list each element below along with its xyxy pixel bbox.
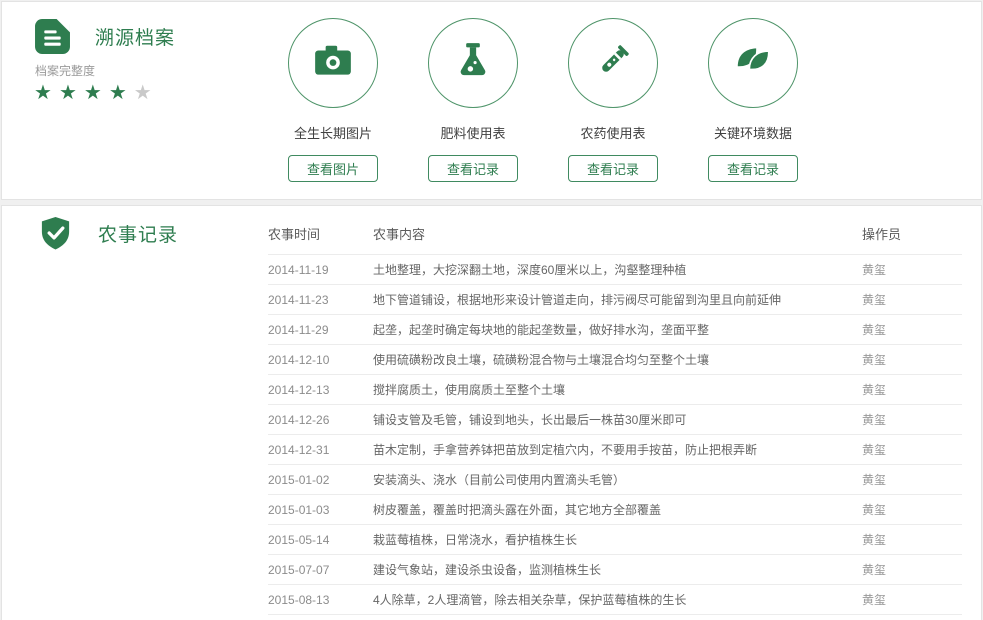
feature-label: 肥料使用表 bbox=[403, 123, 543, 142]
test-tube-icon bbox=[592, 40, 634, 87]
cell-date: 2015-01-03 bbox=[268, 495, 373, 525]
cell-date: 2015-08-13 bbox=[268, 585, 373, 615]
cell-date: 2014-11-29 bbox=[268, 315, 373, 345]
cell-date: 2014-12-31 bbox=[268, 435, 373, 465]
cell-operator: 黄玺 bbox=[862, 435, 962, 465]
table-row: 2014-12-10使用硫磺粉改良土壤，硫磺粉混合物与土壤混合均匀至整个土壤黄玺 bbox=[268, 345, 962, 375]
archive-card: 溯源档案 档案完整度 ★★★★★ 全生长期图片 查看图片 bbox=[1, 1, 982, 200]
cell-content: 使用硫磺粉改良土壤，硫磺粉混合物与土壤混合均匀至整个土壤 bbox=[373, 345, 862, 375]
records-title: 农事记录 bbox=[98, 220, 178, 247]
view-fertilizer-button[interactable]: 查看记录 bbox=[428, 155, 518, 182]
cell-operator: 黄玺 bbox=[862, 465, 962, 495]
environment-circle[interactable] bbox=[708, 18, 798, 108]
leaf-icon bbox=[732, 40, 774, 87]
table-header-row: 农事时间 农事内容 操作员 bbox=[268, 216, 962, 255]
star-empty-icon: ★ bbox=[134, 82, 159, 104]
cell-date: 2014-12-26 bbox=[268, 405, 373, 435]
view-photos-button[interactable]: 查看图片 bbox=[288, 155, 378, 182]
cell-operator: 黄玺 bbox=[862, 555, 962, 585]
cell-date: 2014-11-23 bbox=[268, 285, 373, 315]
fertilizer-circle[interactable] bbox=[428, 18, 518, 108]
cell-date: 2014-12-13 bbox=[268, 375, 373, 405]
cell-operator: 黄玺 bbox=[862, 345, 962, 375]
camera-icon bbox=[312, 40, 354, 87]
feature-pesticide: 农药使用表 查看记录 bbox=[543, 18, 683, 182]
table-row: 2015-05-14栽蓝莓植株，日常浇水，看护植株生长黄玺 bbox=[268, 525, 962, 555]
feature-fertilizer: 肥料使用表 查看记录 bbox=[403, 18, 543, 182]
cell-date: 2014-12-10 bbox=[268, 345, 373, 375]
table-row: 2014-12-13搅拌腐质土，使用腐质土至整个土壤黄玺 bbox=[268, 375, 962, 405]
feature-environment: 关键环境数据 查看记录 bbox=[683, 18, 823, 182]
cell-content: 苗木定制，手拿营养钵把苗放到定植穴内，不要用手按苗，防止把根弄断 bbox=[373, 435, 862, 465]
view-pesticide-button[interactable]: 查看记录 bbox=[568, 155, 658, 182]
cell-operator: 黄玺 bbox=[862, 315, 962, 345]
star-filled-icon: ★ bbox=[34, 82, 59, 104]
table-row: 2014-12-26铺设支管及毛管，铺设到地头，长出最后一株苗30厘米即可黄玺 bbox=[268, 405, 962, 435]
cell-date: 2015-07-07 bbox=[268, 555, 373, 585]
table-row: 2014-11-29起垄，起垄时确定每块地的能起垄数量，做好排水沟，垄面平整黄玺 bbox=[268, 315, 962, 345]
cell-date: 2014-11-19 bbox=[268, 255, 373, 285]
feature-label: 关键环境数据 bbox=[683, 123, 823, 142]
archive-title: 溯源档案 bbox=[95, 23, 175, 50]
cell-operator: 黄玺 bbox=[862, 585, 962, 615]
cell-content: 建设气象站，建设杀虫设备，监测植株生长 bbox=[373, 555, 862, 585]
col-header-date: 农事时间 bbox=[268, 216, 373, 255]
cell-content: 4人除草，2人理滴管，除去相关杂草，保护蓝莓植株的生长 bbox=[373, 585, 862, 615]
cell-operator: 黄玺 bbox=[862, 525, 962, 555]
pesticide-circle[interactable] bbox=[568, 18, 658, 108]
cell-operator: 黄玺 bbox=[862, 255, 962, 285]
records-card: 农事记录 农事时间 农事内容 操作员 2014-11-19土地整理，大挖深翻土地… bbox=[1, 205, 982, 620]
flask-icon bbox=[452, 40, 494, 87]
col-header-operator: 操作员 bbox=[862, 216, 962, 255]
cell-date: 2015-01-02 bbox=[268, 465, 373, 495]
table-row: 2015-07-07建设气象站，建设杀虫设备，监测植株生长黄玺 bbox=[268, 555, 962, 585]
table-row: 2014-12-31苗木定制，手拿营养钵把苗放到定植穴内，不要用手按苗，防止把根… bbox=[268, 435, 962, 465]
cell-content: 土地整理，大挖深翻土地，深度60厘米以上，沟壑整理种植 bbox=[373, 255, 862, 285]
cell-content: 搅拌腐质土，使用腐质土至整个土壤 bbox=[373, 375, 862, 405]
cell-content: 铺设支管及毛管，铺设到地头，长出最后一株苗30厘米即可 bbox=[373, 405, 862, 435]
star-filled-icon: ★ bbox=[84, 82, 109, 104]
table-row: 2014-11-23地下管道铺设，根据地形来设计管道走向，排污阀尽可能留到沟里且… bbox=[268, 285, 962, 315]
table-row: 2015-08-134人除草，2人理滴管，除去相关杂草，保护蓝莓植株的生长黄玺 bbox=[268, 585, 962, 615]
shield-check-icon bbox=[38, 215, 73, 252]
cell-operator: 黄玺 bbox=[862, 405, 962, 435]
table-row: 2015-01-02安装滴头、浇水（目前公司使用内置滴头毛管）黄玺 bbox=[268, 465, 962, 495]
cell-content: 起垄，起垄时确定每块地的能起垄数量，做好排水沟，垄面平整 bbox=[373, 315, 862, 345]
star-filled-icon: ★ bbox=[59, 82, 84, 104]
feature-row: 全生长期图片 查看图片 肥料使用表 查看记录 bbox=[263, 18, 823, 182]
table-row: 2015-01-03树皮覆盖，覆盖时把滴头露在外面，其它地方全部覆盖黄玺 bbox=[268, 495, 962, 525]
records-table: 农事时间 农事内容 操作员 2014-11-19土地整理，大挖深翻土地，深度60… bbox=[268, 216, 962, 615]
cell-content: 安装滴头、浇水（目前公司使用内置滴头毛管） bbox=[373, 465, 862, 495]
cell-operator: 黄玺 bbox=[862, 375, 962, 405]
col-header-content: 农事内容 bbox=[373, 216, 862, 255]
feature-growth-photos: 全生长期图片 查看图片 bbox=[263, 18, 403, 182]
cell-operator: 黄玺 bbox=[862, 495, 962, 525]
cell-content: 栽蓝莓植株，日常浇水，看护植株生长 bbox=[373, 525, 862, 555]
star-filled-icon: ★ bbox=[109, 82, 134, 104]
rating-stars: ★★★★★ bbox=[34, 81, 254, 105]
growth-photos-circle[interactable] bbox=[288, 18, 378, 108]
cell-content: 树皮覆盖，覆盖时把滴头露在外面，其它地方全部覆盖 bbox=[373, 495, 862, 525]
cell-date: 2015-05-14 bbox=[268, 525, 373, 555]
completeness-label: 档案完整度 bbox=[35, 62, 254, 79]
feature-label: 全生长期图片 bbox=[263, 123, 403, 142]
archive-summary: 溯源档案 档案完整度 ★★★★★ bbox=[34, 18, 254, 105]
feature-label: 农药使用表 bbox=[543, 123, 683, 142]
view-environment-button[interactable]: 查看记录 bbox=[708, 155, 798, 182]
document-icon bbox=[34, 18, 71, 55]
table-row: 2014-11-19土地整理，大挖深翻土地，深度60厘米以上，沟壑整理种植黄玺 bbox=[268, 255, 962, 285]
cell-operator: 黄玺 bbox=[862, 285, 962, 315]
cell-content: 地下管道铺设，根据地形来设计管道走向，排污阀尽可能留到沟里且向前延伸 bbox=[373, 285, 862, 315]
